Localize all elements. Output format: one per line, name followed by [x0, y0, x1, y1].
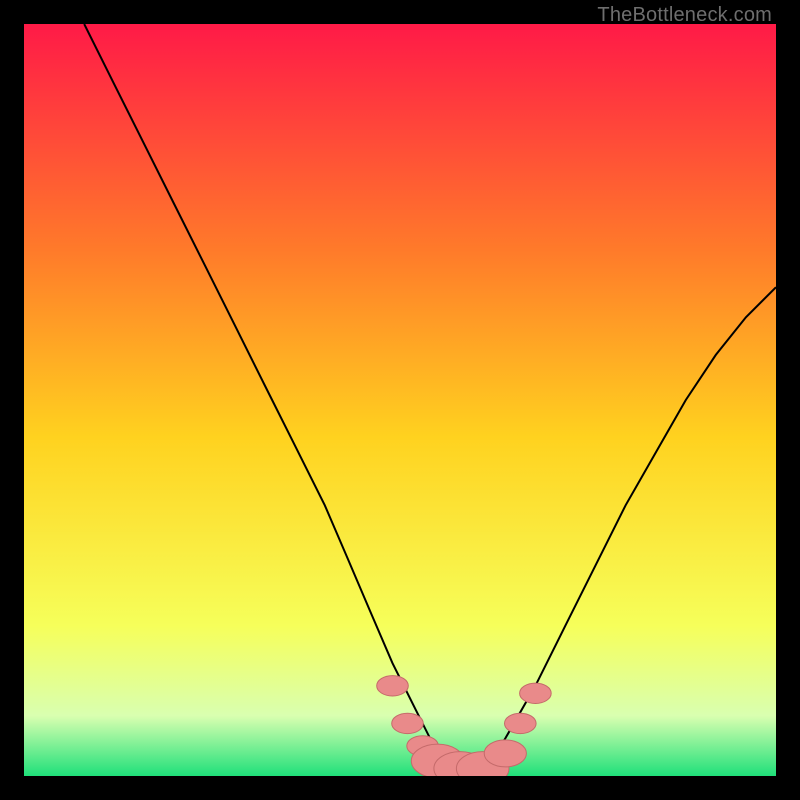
curve-marker	[520, 683, 552, 703]
chart-frame	[24, 24, 776, 776]
gradient-background	[24, 24, 776, 776]
curve-marker	[505, 713, 537, 733]
bottleneck-chart	[24, 24, 776, 776]
curve-marker	[377, 676, 409, 696]
curve-marker	[484, 740, 526, 767]
curve-marker	[392, 713, 424, 733]
